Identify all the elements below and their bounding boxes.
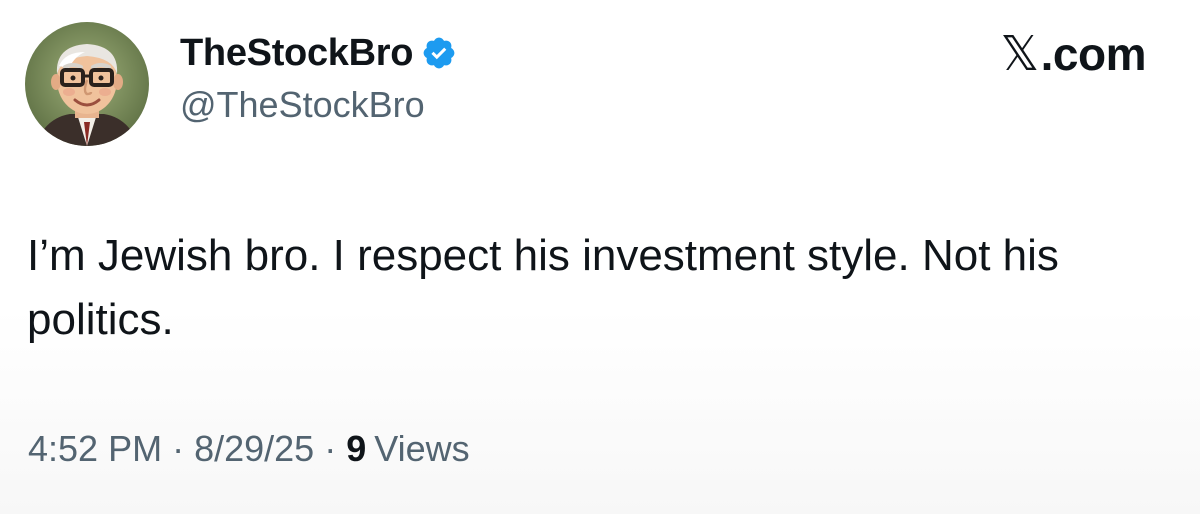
x-logo-icon: 𝕏 bbox=[1000, 26, 1039, 82]
x-logo-suffix: .com bbox=[1040, 28, 1147, 80]
tweet-card: TheStockBro @TheStockBro 𝕏 .com I’m Jewi… bbox=[0, 0, 1200, 514]
tweet-date[interactable]: 8/29/25 bbox=[194, 428, 314, 470]
views-label: Views bbox=[374, 428, 470, 469]
author-handle[interactable]: @TheStockBro bbox=[180, 84, 425, 126]
tweet-time[interactable]: 4:52 PM bbox=[28, 428, 162, 470]
meta-separator: · bbox=[172, 428, 185, 469]
meta-separator: · bbox=[324, 428, 337, 469]
avatar[interactable] bbox=[25, 22, 149, 146]
display-name[interactable]: TheStockBro bbox=[180, 32, 413, 75]
views-count: 9 bbox=[346, 428, 367, 469]
verified-badge-icon bbox=[421, 35, 457, 71]
author-name-row: TheStockBro bbox=[180, 28, 457, 78]
tweet-text: I’m Jewish bro. I respect his investment… bbox=[27, 231, 1059, 344]
avatar-image bbox=[25, 22, 149, 146]
x-com-logo: 𝕏 .com bbox=[1000, 26, 1146, 82]
tweet-meta: 4:52 PM · 8/29/25 · 9 Views bbox=[28, 428, 470, 470]
